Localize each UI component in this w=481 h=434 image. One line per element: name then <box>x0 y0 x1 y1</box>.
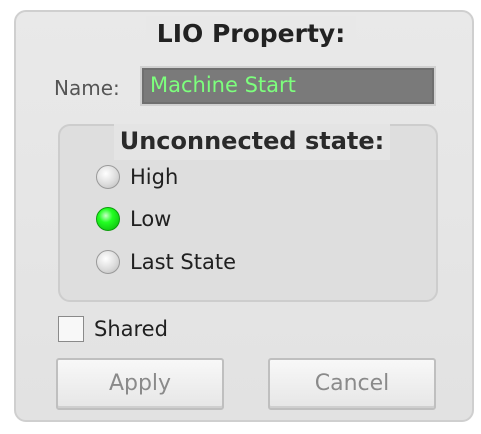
radio-label-high: High <box>130 165 179 189</box>
name-label: Name: <box>54 76 120 100</box>
radio-high[interactable]: High <box>96 162 178 192</box>
shared-label: Shared <box>94 317 168 341</box>
radio-label-last-state: Last State <box>130 250 237 274</box>
name-field[interactable]: Machine Start <box>140 66 436 106</box>
radio-low[interactable]: Low <box>96 204 171 234</box>
radio-label-low: Low <box>130 207 172 231</box>
panel-title: LIO Property: <box>146 16 356 52</box>
radio-button-icon[interactable] <box>96 165 120 189</box>
radio-button-selected-icon[interactable] <box>96 207 120 231</box>
shared-checkbox[interactable] <box>58 316 84 342</box>
radio-button-icon[interactable] <box>96 250 120 274</box>
unconnected-state-title: Unconnected state: <box>114 124 390 160</box>
radio-last-state[interactable]: Last State <box>96 247 236 277</box>
cancel-button[interactable]: Cancel <box>268 358 436 410</box>
shared-checkbox-row[interactable]: Shared <box>58 316 168 342</box>
apply-button[interactable]: Apply <box>56 358 224 410</box>
